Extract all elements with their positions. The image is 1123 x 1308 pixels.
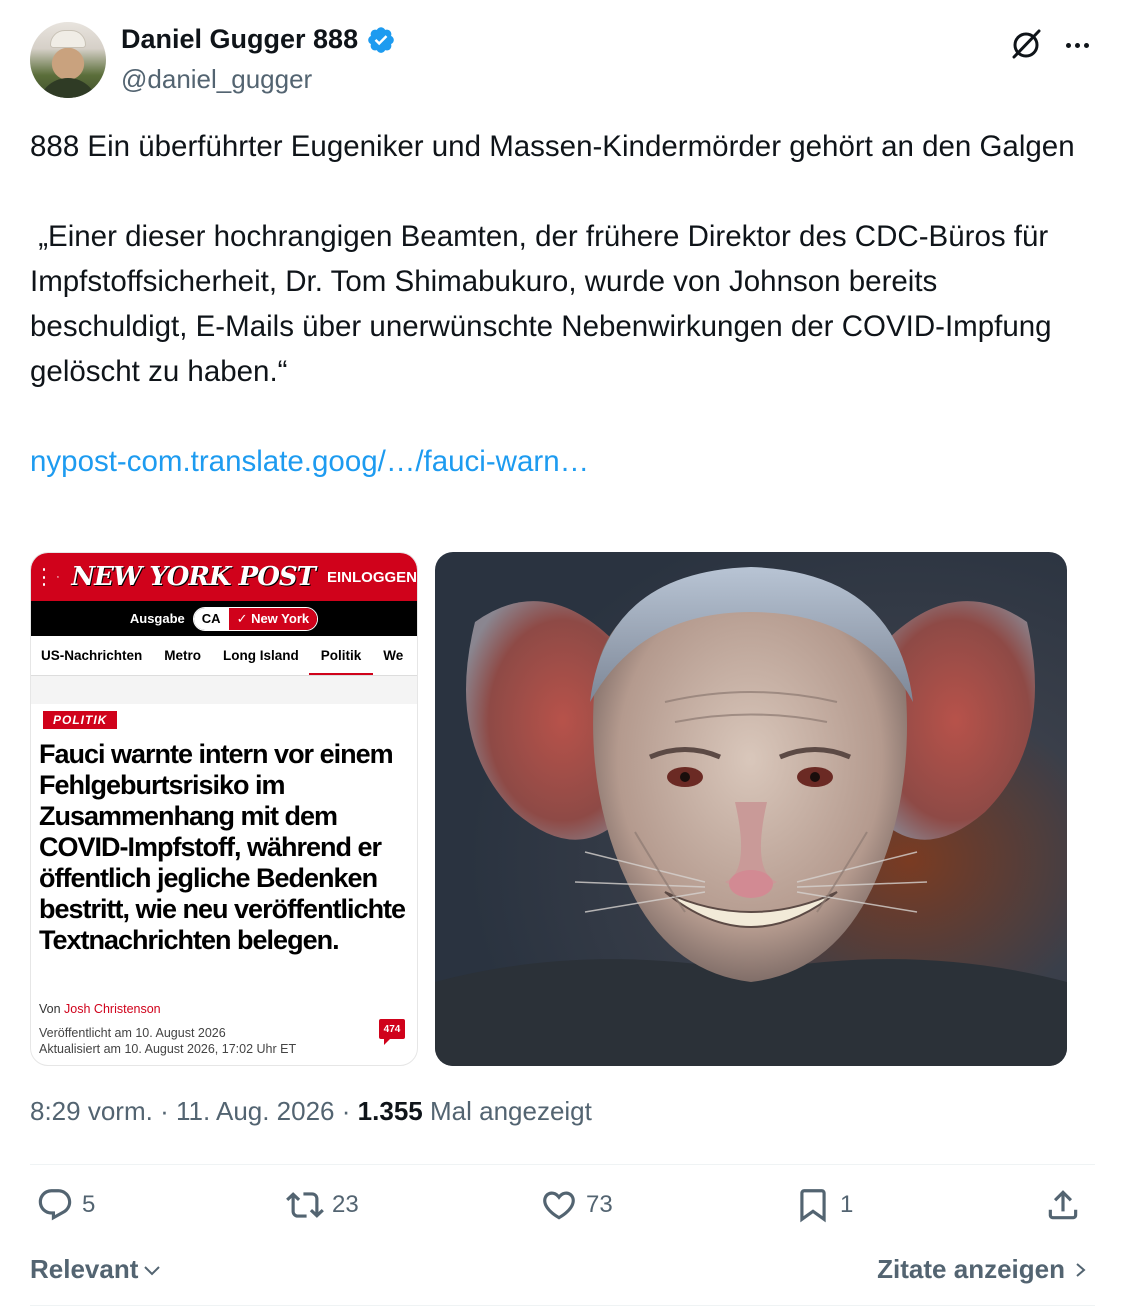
- repost-icon: [286, 1192, 324, 1218]
- tweet-quote: „Einer dieser hochrangigen Beamten, der …: [30, 220, 1060, 388]
- edition-ny: ✓ New York: [228, 607, 318, 630]
- bookmark-button[interactable]: 1: [794, 1186, 853, 1224]
- news-byline: Von Josh Christenson: [39, 1002, 161, 1016]
- view-count-label: Mal angezeigt: [429, 1096, 592, 1126]
- nyp-topbar: NEW YORK POST EINLOGGEN: [31, 553, 417, 601]
- byline-author: Josh Christenson: [64, 1002, 161, 1016]
- view-quotes-link[interactable]: Zitate anzeigen: [877, 1254, 1089, 1285]
- nav-item: Metro: [164, 648, 202, 663]
- tweet-meta: 8:29 vorm. · 11. Aug. 2026 · 1.355 Mal a…: [30, 1096, 592, 1127]
- divider: [30, 1164, 1095, 1165]
- divider: [30, 1305, 1095, 1306]
- avatar-cap: [50, 30, 86, 48]
- nyp-nav: US-Nachrichten Metro Long Island Politik…: [31, 636, 417, 676]
- chevron-right-icon: [1076, 1262, 1086, 1277]
- avatar[interactable]: [30, 22, 106, 98]
- chevron-down-icon: [144, 1265, 161, 1275]
- repost-count: 23: [332, 1191, 359, 1218]
- comment-count-icon: 474: [379, 1019, 405, 1045]
- tweet-header: Daniel Gugger 888 @daniel_gugger: [30, 22, 1095, 102]
- reply-icon: [38, 1189, 72, 1221]
- nyp-logo: NEW YORK POST: [71, 562, 316, 592]
- reply-button[interactable]: 5: [36, 1186, 95, 1224]
- news-headline: Fauci warnte intern vor einem Fehlgeburt…: [39, 739, 406, 955]
- tweet-text-line: 888 Ein überführter Eugeniker und Massen…: [30, 130, 1075, 163]
- share-button[interactable]: [1044, 1186, 1082, 1224]
- view-count: 1.355: [357, 1096, 423, 1126]
- mail-icon: [56, 576, 60, 578]
- news-dates: Veröffentlicht am 10. August 2026 Aktual…: [39, 1025, 296, 1057]
- author-handle[interactable]: @daniel_gugger: [121, 64, 312, 95]
- section-badge: POLITIK: [43, 711, 118, 729]
- share-icon: [1048, 1190, 1078, 1220]
- heart-icon: [543, 1191, 575, 1220]
- news-screenshot-image[interactable]: NEW YORK POST EINLOGGEN Ausgabe CA ✓ New…: [30, 552, 418, 1066]
- like-count: 73: [586, 1191, 613, 1218]
- reply-count: 5: [82, 1191, 96, 1218]
- nav-item-active: Politik: [308, 648, 373, 675]
- updated-date: Aktualisiert am 10. August 2026, 17:02 U…: [39, 1042, 297, 1056]
- bookmark-icon: [800, 1189, 826, 1223]
- nyp-edition-bar: Ausgabe CA ✓ New York: [31, 601, 417, 636]
- menu-icon: [43, 568, 45, 586]
- edition-label: Ausgabe: [129, 611, 185, 626]
- action-bar: 5 23 73 1: [30, 1186, 1095, 1236]
- author-name-row: Daniel Gugger 888: [121, 24, 396, 55]
- tweet-text: 888 Ein überführter Eugeniker und Massen…: [30, 124, 1095, 484]
- nav-item: We: [383, 648, 404, 663]
- tweet-date[interactable]: 11. Aug. 2026: [176, 1096, 335, 1126]
- sort-replies-dropdown[interactable]: Relevant: [30, 1254, 162, 1285]
- creature-illustration-image[interactable]: [435, 552, 1067, 1066]
- published-date: Veröffentlicht am 10. August 2026: [39, 1026, 226, 1040]
- repost-button[interactable]: 23: [286, 1186, 359, 1224]
- verified-badge-icon: [368, 26, 394, 53]
- nav-item: US-Nachrichten: [41, 648, 143, 663]
- tweet-time[interactable]: 8:29 vorm.: [30, 1096, 153, 1126]
- media-grid: NEW YORK POST EINLOGGEN Ausgabe CA ✓ New…: [30, 552, 1067, 1066]
- meta-separator: ·: [341, 1096, 351, 1126]
- tweet-link[interactable]: nypost-com.translate.goog/…/fauci-warn…: [30, 445, 589, 478]
- sort-label: Relevant: [30, 1254, 139, 1284]
- avatar-shirt: [38, 78, 98, 98]
- quotes-label: Zitate anzeigen: [877, 1254, 1065, 1284]
- nav-item: Long Island: [223, 648, 299, 663]
- byline-prefix: Von: [39, 1002, 61, 1016]
- meta-separator: ·: [160, 1096, 169, 1126]
- replies-controls: Relevant Zitate anzeigen: [30, 1252, 1095, 1292]
- nyp-login: EINLOGGEN: [326, 568, 417, 586]
- more-options-icon[interactable]: [1060, 28, 1094, 62]
- author-display-name[interactable]: Daniel Gugger 888: [121, 24, 358, 55]
- like-button[interactable]: 73: [540, 1186, 613, 1224]
- edition-pill: CA ✓ New York: [192, 606, 319, 631]
- edition-ca: CA: [193, 607, 229, 630]
- illustration-svg: [435, 552, 1067, 1066]
- grok-icon[interactable]: [1008, 26, 1044, 62]
- nyp-separator: [31, 676, 417, 704]
- bookmark-count: 1: [840, 1191, 854, 1218]
